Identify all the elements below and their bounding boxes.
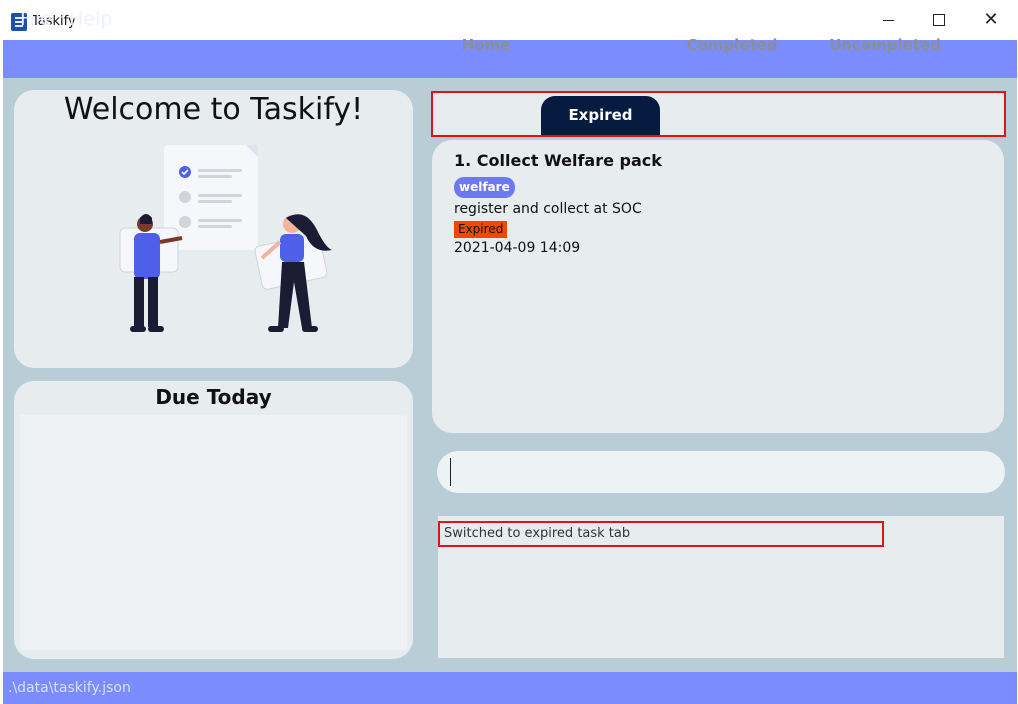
- result-message: Switched to expired task tab: [444, 526, 631, 541]
- status-bar: [3, 672, 1017, 704]
- tab-expired[interactable]: Expired: [541, 96, 660, 135]
- tab-completed[interactable]: Completed: [672, 25, 792, 65]
- task-description: register and collect at SOC: [454, 201, 642, 217]
- people-checklist-illustration: [119, 145, 332, 332]
- task-list-panel[interactable]: [432, 140, 1004, 433]
- help-menu[interactable]: Help: [69, 8, 112, 30]
- tab-home[interactable]: Home: [445, 25, 527, 65]
- tab-uncompleted[interactable]: Uncompleted: [818, 25, 952, 65]
- text-cursor: [450, 458, 451, 486]
- welcome-title: Welcome to Taskify!: [63, 92, 364, 127]
- task-date: 2021-04-09 14:09: [454, 240, 581, 256]
- close-icon[interactable]: ✕: [981, 10, 1001, 30]
- task-status-badge: Expired: [454, 221, 508, 238]
- file-menu[interactable]: File: [20, 8, 52, 30]
- status-bar-path: .\data\taskify.json: [8, 680, 131, 696]
- due-today-title: Due Today: [155, 385, 272, 409]
- task-tab-bar: [431, 91, 1006, 137]
- task-tag: welfare: [454, 177, 515, 198]
- due-today-list[interactable]: [20, 415, 407, 650]
- command-input[interactable]: [437, 451, 1005, 493]
- task-title: 1. Collect Welfare pack: [454, 151, 662, 170]
